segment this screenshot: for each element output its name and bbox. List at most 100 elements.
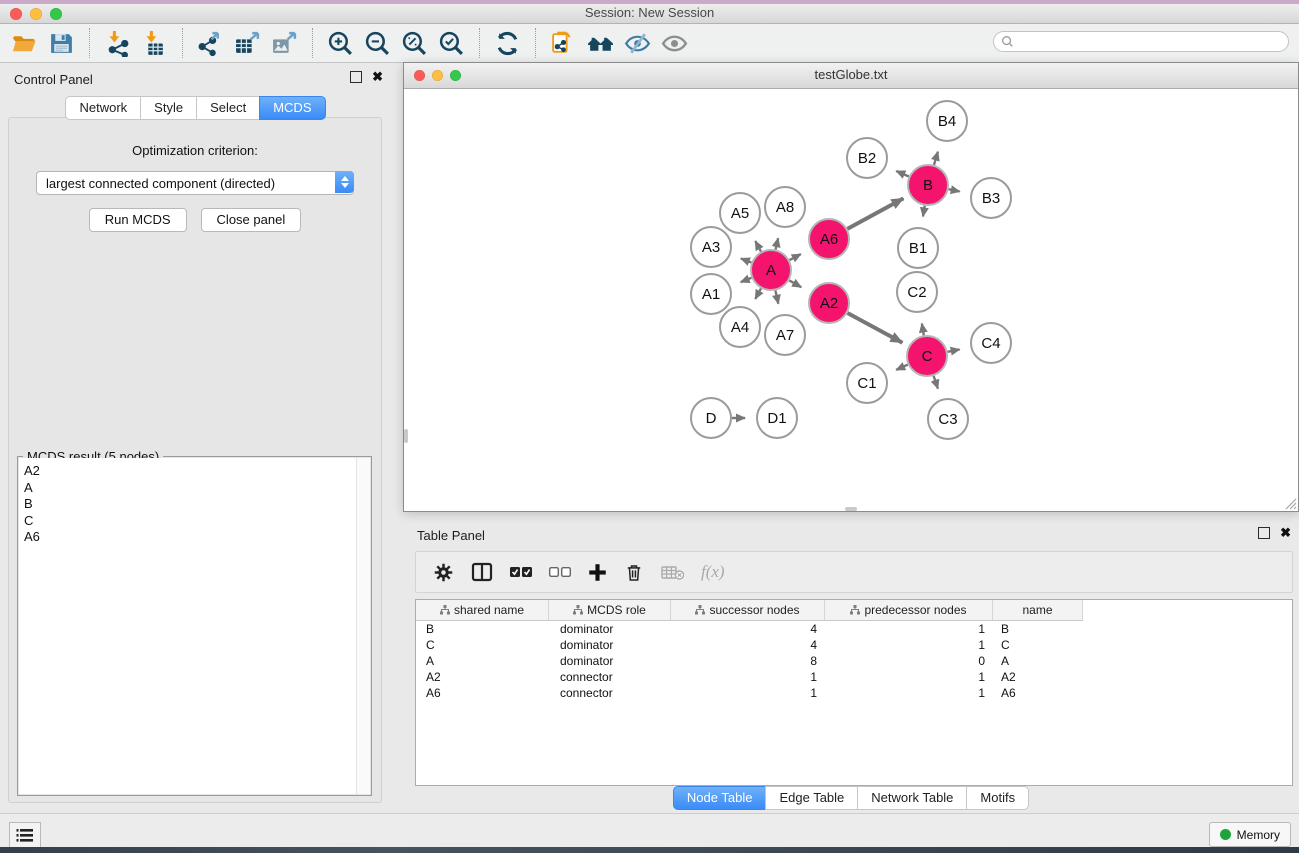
open-session-button[interactable] (6, 26, 43, 60)
graph-node-label: A2 (820, 295, 838, 312)
criterion-select[interactable]: largest connected component (directed) (36, 171, 354, 195)
save-session-button[interactable] (43, 26, 80, 60)
tab-network[interactable]: Network (65, 96, 141, 120)
table-row[interactable]: Cdominator41C (416, 637, 1292, 653)
graph-edge-B-B4[interactable] (934, 152, 938, 165)
export-image-button[interactable] (266, 26, 303, 60)
graph-edge-C-C2[interactable] (922, 324, 924, 336)
graph-edge-A6-B[interactable] (847, 198, 903, 229)
tab-mcds[interactable]: MCDS (259, 96, 325, 120)
tab-select[interactable]: Select (196, 96, 260, 120)
canvas-horizontal-scroll-thumb[interactable] (845, 507, 857, 511)
copy-network-document-button[interactable] (545, 26, 582, 60)
toolbar-divider (89, 28, 90, 58)
table-cell: 1 (671, 686, 825, 700)
close-table-panel-icon[interactable]: ✖ (1280, 527, 1291, 539)
table-settings-button[interactable] (433, 562, 454, 583)
status-bar: Memory (0, 813, 1299, 847)
table-body: Bdominator41BCdominator41CAdominator80AA… (416, 621, 1292, 701)
home-pair-button[interactable] (582, 26, 619, 60)
select-all-button[interactable] (510, 566, 532, 578)
float-panel-icon[interactable] (350, 71, 362, 83)
checked-boxes-icon (510, 566, 532, 578)
graph-edge-A-A8[interactable] (776, 238, 779, 249)
delete-column-button[interactable] (624, 562, 644, 583)
column-header-shared-name[interactable]: shared name (416, 600, 549, 620)
memory-status-icon (1220, 829, 1231, 840)
graph-edge-B-B1[interactable] (923, 206, 925, 217)
graph-edge-A-A1[interactable] (741, 278, 752, 282)
memory-button[interactable]: Memory (1209, 822, 1291, 847)
result-item-a[interactable]: A (24, 480, 370, 497)
split-column-button[interactable] (471, 562, 493, 582)
graph-node-label: C2 (907, 284, 926, 301)
tab-edge-table[interactable]: Edge Table (765, 786, 858, 810)
import-network-button[interactable] (99, 26, 136, 60)
table-row[interactable]: A6connector11A6 (416, 685, 1292, 701)
add-column-button[interactable] (588, 563, 607, 582)
result-item-b[interactable]: B (24, 496, 370, 513)
column-header-name[interactable]: name (993, 600, 1083, 620)
close-panel-icon[interactable]: ✖ (372, 71, 383, 83)
graph-edge-A-A2[interactable] (789, 280, 801, 287)
import-table-button[interactable] (136, 26, 173, 60)
graph-node-label: A6 (820, 231, 838, 248)
graph-edge-B-B3[interactable] (949, 189, 960, 191)
search-input[interactable] (1018, 34, 1288, 50)
refresh-button[interactable] (489, 26, 526, 60)
table-row[interactable]: Bdominator41B (416, 621, 1292, 637)
graph-edge-A-A7[interactable] (775, 291, 778, 304)
tab-style[interactable]: Style (140, 96, 197, 120)
graph-edge-A-A4[interactable] (755, 288, 761, 299)
column-header-successor-nodes[interactable]: successor nodes (671, 600, 825, 620)
tab-motifs[interactable]: Motifs (966, 786, 1029, 810)
search-field[interactable] (993, 31, 1289, 52)
graph-node-label: C1 (857, 375, 876, 392)
graph-edge-A-A5[interactable] (755, 241, 761, 252)
mcds-result-list[interactable]: A2ABCA6 (19, 458, 370, 794)
column-header-mcds-role[interactable]: MCDS role (549, 600, 671, 620)
tab-network-table[interactable]: Network Table (857, 786, 967, 810)
result-scrollbar[interactable] (356, 458, 370, 794)
table-row[interactable]: Adominator80A (416, 653, 1292, 669)
eye-slash-button[interactable] (619, 26, 656, 60)
zoom-in-button[interactable] (322, 26, 359, 60)
graph-node-label: A4 (731, 319, 749, 336)
tab-node-table[interactable]: Node Table (673, 786, 767, 810)
canvas-vertical-scroll-thumb[interactable] (404, 429, 408, 443)
table-row[interactable]: A2connector11A2 (416, 669, 1292, 685)
float-table-panel-icon[interactable] (1258, 527, 1270, 539)
network-canvas[interactable]: B4B2BB3A8A5A6A3B1AA1C2A2A4A7C4CC1C3DD1 (404, 89, 1298, 511)
result-item-a2[interactable]: A2 (24, 463, 370, 480)
graph-edge-C-C1[interactable] (896, 365, 908, 370)
function-builder-button[interactable]: f(x) (701, 562, 725, 582)
graph-edge-C-C4[interactable] (948, 349, 960, 351)
export-network-button[interactable] (192, 26, 229, 60)
node-table[interactable]: shared nameMCDS rolesuccessor nodesprede… (415, 599, 1293, 786)
eye-button[interactable] (656, 26, 693, 60)
show-panel-list-button[interactable] (9, 822, 41, 849)
graph-edge-A2-C[interactable] (848, 313, 903, 343)
result-item-a6[interactable]: A6 (24, 529, 370, 546)
zoom-out-button[interactable] (359, 26, 396, 60)
table-cell: 1 (825, 670, 993, 684)
eye-icon (661, 30, 688, 57)
zoom-fit-button[interactable] (396, 26, 433, 60)
resize-grip[interactable] (1284, 497, 1297, 510)
network-window-titlebar[interactable]: testGlobe.txt (404, 63, 1298, 89)
graph-edge-A-A6[interactable] (790, 254, 801, 260)
run-mcds-button[interactable]: Run MCDS (89, 208, 187, 232)
graph-edge-B-B2[interactable] (896, 171, 909, 177)
table-cell: A6 (416, 686, 549, 700)
export-table-button[interactable] (229, 26, 266, 60)
graph-edge-C-C3[interactable] (934, 376, 938, 389)
column-header-predecessor-nodes[interactable]: predecessor nodes (825, 600, 993, 620)
unselect-all-button[interactable] (549, 566, 571, 578)
delete-table-button[interactable] (661, 565, 684, 580)
zoom-in-icon (327, 30, 354, 57)
zoom-selected-button[interactable] (433, 26, 470, 60)
close-panel-button[interactable]: Close panel (201, 208, 302, 232)
graph-edge-A-A3[interactable] (741, 259, 752, 263)
graph-node-label: B (923, 177, 933, 194)
result-item-c[interactable]: C (24, 513, 370, 530)
